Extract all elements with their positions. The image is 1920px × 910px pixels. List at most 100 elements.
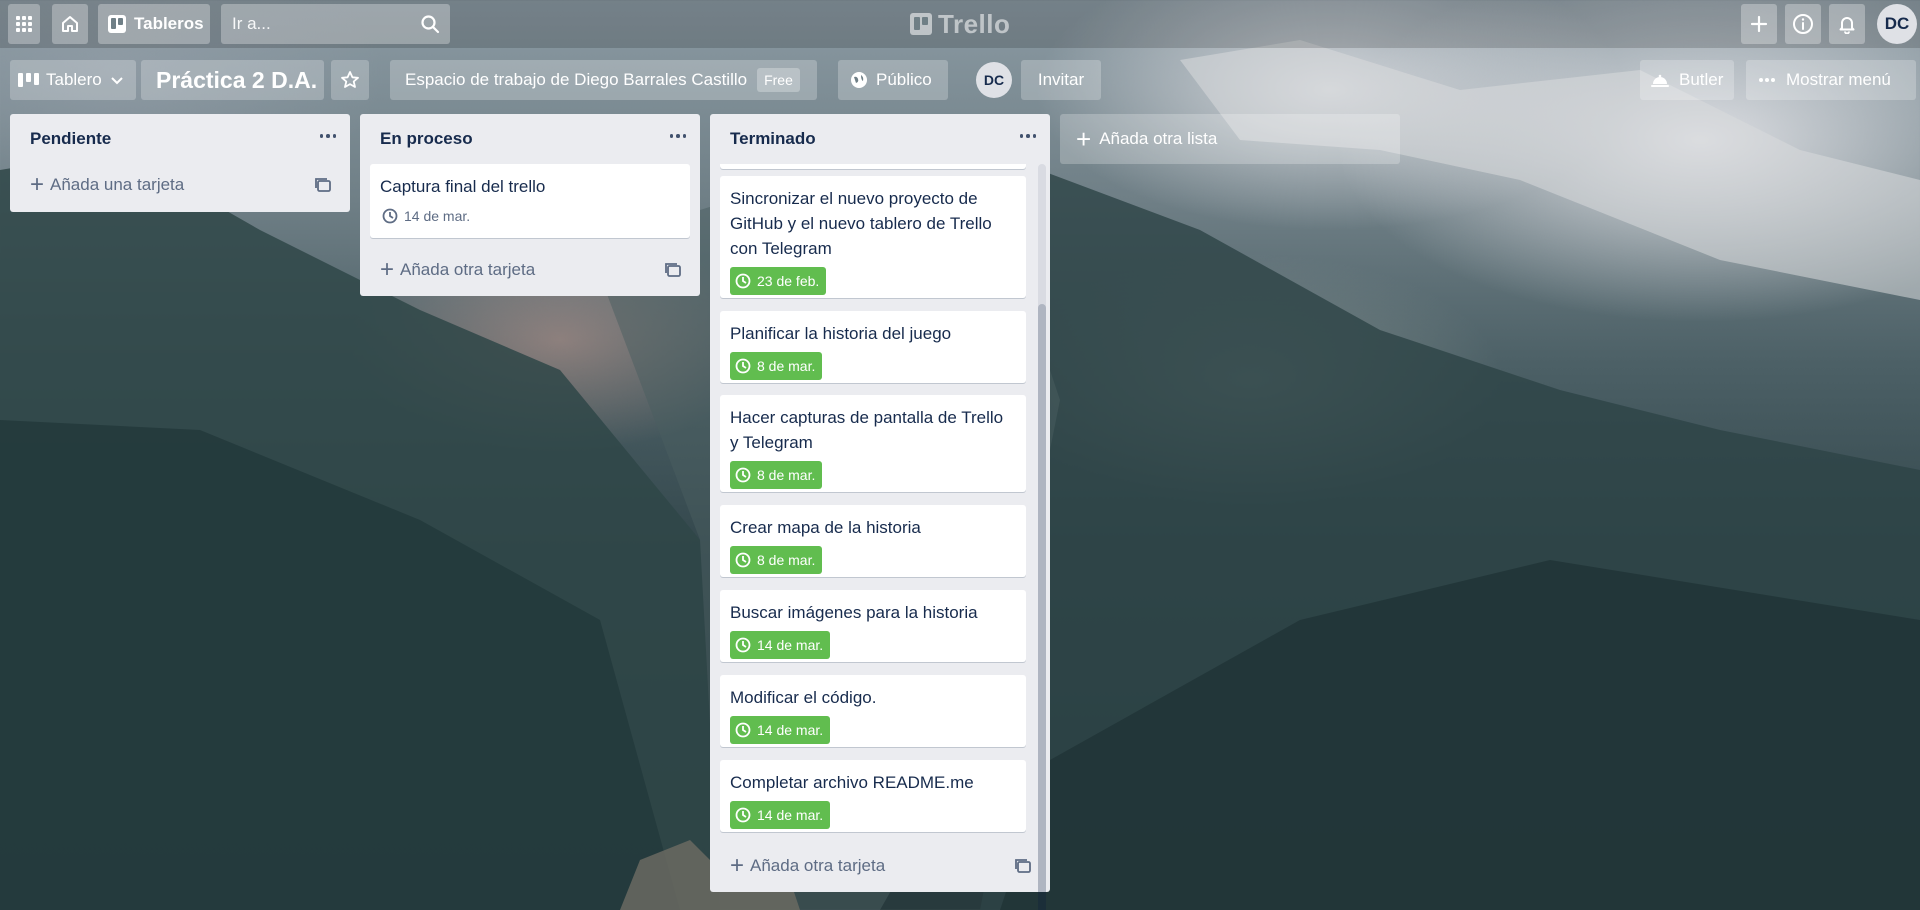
star-board-button[interactable]: [331, 60, 369, 100]
card[interactable]: Planificar la historia del juego 8 de ma…: [720, 311, 1026, 383]
due-date-badge-complete[interactable]: 23 de feb.: [730, 267, 827, 295]
due-date-text: 14 de mar.: [757, 722, 824, 738]
partially-scrolled-card: [720, 164, 1026, 169]
more-icon: [1759, 78, 1775, 82]
card-template-icon[interactable]: [664, 261, 682, 279]
card-title: Hacer capturas de pantalla de Trello y T…: [730, 408, 1004, 452]
invite-button[interactable]: Invitar: [1021, 60, 1101, 100]
clock-icon: [735, 273, 751, 289]
search-icon: [421, 15, 440, 34]
list-en-proceso: En proceso Captura final del trello 14 d…: [360, 114, 700, 296]
search-input[interactable]: [221, 4, 411, 44]
list-pendiente: Pendiente + Añada una tarjeta: [10, 114, 350, 212]
due-date-badge-complete[interactable]: 14 de mar.: [730, 716, 831, 744]
clock-icon: [735, 358, 751, 374]
card-title: Buscar imágenes para la historia: [730, 603, 978, 622]
board-title[interactable]: Práctica 2 D.A.: [141, 60, 324, 100]
butler-button[interactable]: Butler: [1640, 60, 1734, 100]
chevron-down-icon: [111, 77, 123, 85]
search-box[interactable]: [221, 4, 450, 44]
card-title: Crear mapa de la historia: [730, 518, 921, 537]
visibility-label: Público: [876, 70, 932, 89]
show-menu-label: Mostrar menú: [1786, 70, 1891, 89]
butler-label: Butler: [1679, 70, 1724, 89]
list-title[interactable]: Pendiente: [10, 114, 350, 164]
list-title[interactable]: En proceso: [360, 114, 700, 164]
boards-label: Tableros: [134, 14, 204, 33]
board-member-avatar[interactable]: DC: [976, 62, 1012, 98]
card-title: Modificar el código.: [730, 688, 877, 707]
card[interactable]: Captura final del trello 14 de mar.: [370, 164, 690, 238]
globe-icon: [851, 72, 867, 88]
due-date-badge-complete[interactable]: 14 de mar.: [730, 631, 831, 659]
add-card-button[interactable]: + Añada otra tarjeta: [720, 847, 1002, 885]
show-menu-button[interactable]: Mostrar menú: [1746, 60, 1916, 100]
notifications-button[interactable]: [1829, 4, 1865, 44]
star-icon: [341, 71, 359, 88]
butler-bell-icon: [1651, 74, 1669, 87]
add-card-label: Añada otra tarjeta: [750, 856, 886, 875]
clock-icon: [735, 552, 751, 568]
due-date-text: 14 de mar.: [757, 807, 824, 823]
due-date-badge-complete[interactable]: 14 de mar.: [730, 801, 831, 829]
home-button[interactable]: [52, 4, 88, 44]
card[interactable]: Hacer capturas de pantalla de Trello y T…: [720, 395, 1026, 492]
board-icon: [108, 15, 126, 33]
plus-icon: +: [1076, 124, 1092, 154]
due-date-badge: 14 de mar.: [380, 202, 477, 230]
list-menu-button[interactable]: [316, 128, 340, 144]
add-card-button[interactable]: + Añada una tarjeta: [20, 166, 312, 204]
clock-icon: [735, 467, 751, 483]
workspace-button[interactable]: Espacio de trabajo de Diego Barrales Cas…: [390, 60, 817, 100]
list-menu-button[interactable]: [1016, 128, 1040, 144]
plus-icon: +: [730, 852, 745, 879]
card-template-icon[interactable]: [314, 176, 332, 194]
top-navigation-bar: Tableros Trello DC: [0, 0, 1920, 48]
create-button[interactable]: [1741, 4, 1777, 44]
plan-badge: Free: [757, 68, 800, 92]
card[interactable]: Sincronizar el nuevo proyecto de GitHub …: [720, 176, 1026, 298]
board-view-label: Tablero: [46, 70, 102, 89]
card[interactable]: Buscar imágenes para la historia 14 de m…: [720, 590, 1026, 662]
due-date-text: 8 de mar.: [757, 552, 816, 568]
due-date-badge-complete[interactable]: 8 de mar.: [730, 546, 823, 574]
list-menu-button[interactable]: [666, 128, 690, 144]
logo-text: Trello: [938, 8, 1011, 39]
info-icon: [1793, 14, 1813, 34]
card-template-icon[interactable]: [1014, 857, 1032, 875]
card-title: Captura final del trello: [380, 177, 546, 196]
list-scrollbar-thumb[interactable]: [1038, 304, 1046, 910]
board-view-switcher[interactable]: Tablero: [10, 60, 136, 100]
due-date-badge-complete[interactable]: 8 de mar.: [730, 352, 823, 380]
visibility-button[interactable]: Público: [838, 60, 948, 100]
house-icon: [62, 16, 78, 32]
user-avatar[interactable]: DC: [1877, 4, 1917, 44]
trello-logo-icon: [910, 13, 932, 35]
boards-button[interactable]: Tableros: [98, 4, 210, 44]
list-terminado: Terminado Sincronizar el nuevo proyecto …: [710, 114, 1050, 910]
grid-icon: [16, 16, 32, 32]
due-date-text: 14 de mar.: [757, 637, 824, 653]
due-date-text: 23 de feb.: [757, 273, 820, 289]
card[interactable]: Crear mapa de la historia 8 de mar.: [720, 505, 1026, 577]
clock-icon: [735, 637, 751, 653]
workspace-label: Espacio de trabajo de Diego Barrales Cas…: [405, 70, 748, 89]
trello-logo[interactable]: Trello: [910, 8, 1010, 40]
card-title: Completar archivo README.me: [730, 773, 974, 792]
clock-icon: [382, 208, 398, 224]
add-list-button[interactable]: + Añada otra lista: [1060, 114, 1400, 164]
plus-icon: +: [380, 256, 395, 283]
due-date-badge-complete[interactable]: 8 de mar.: [730, 461, 823, 489]
card[interactable]: Modificar el código. 14 de mar.: [720, 675, 1026, 747]
board-header: Tablero Práctica 2 D.A. Espacio de traba…: [0, 52, 1920, 106]
list-title-text: En proceso: [380, 129, 473, 148]
board-view-icon: [18, 73, 39, 87]
list-title[interactable]: Terminado: [710, 114, 1050, 164]
due-date-text: 14 de mar.: [404, 208, 471, 224]
add-card-button[interactable]: + Añada otra tarjeta: [370, 251, 662, 289]
card[interactable]: Completar archivo README.me 14 de mar.: [720, 760, 1026, 832]
apps-button[interactable]: [8, 4, 40, 44]
info-button[interactable]: [1785, 4, 1821, 44]
add-card-label: Añada una tarjeta: [50, 175, 185, 194]
card-title: Sincronizar el nuevo proyecto de GitHub …: [730, 189, 992, 258]
